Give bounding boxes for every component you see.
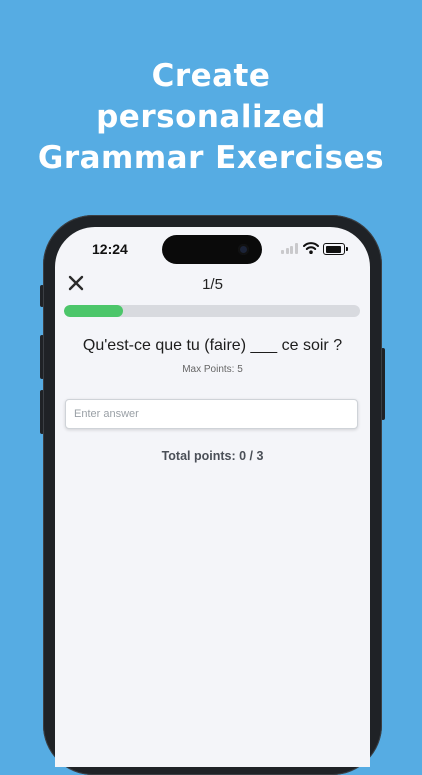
camera-icon: [238, 244, 249, 255]
max-points-label: Max Points: 5: [182, 364, 243, 375]
headline-line-2: personalized: [96, 99, 326, 135]
signal-icon: [281, 242, 299, 254]
battery-icon: [323, 243, 348, 255]
headline-line-1: Create: [151, 58, 271, 94]
question-counter: 1/5: [202, 276, 223, 293]
headline-line-3: Grammar Exercises: [37, 140, 385, 176]
headline: Create personalized Grammar Exercises: [0, 56, 422, 179]
total-points-label: Total points: 0 / 3: [161, 449, 264, 463]
status-icons: [281, 242, 356, 256]
progress-track: [64, 305, 360, 317]
wifi-icon: [303, 242, 319, 254]
answer-input[interactable]: [65, 399, 358, 429]
dynamic-island: [162, 235, 262, 264]
status-time: 12:24: [92, 241, 128, 257]
progress-bar-fill: [64, 305, 124, 317]
phone-screen: 12:24 1/5 Qu'est-ce que tu (faire) ___ c…: [55, 227, 370, 767]
question-text: Qu'est-ce que tu (faire) ___ ce soir ?: [82, 337, 343, 354]
